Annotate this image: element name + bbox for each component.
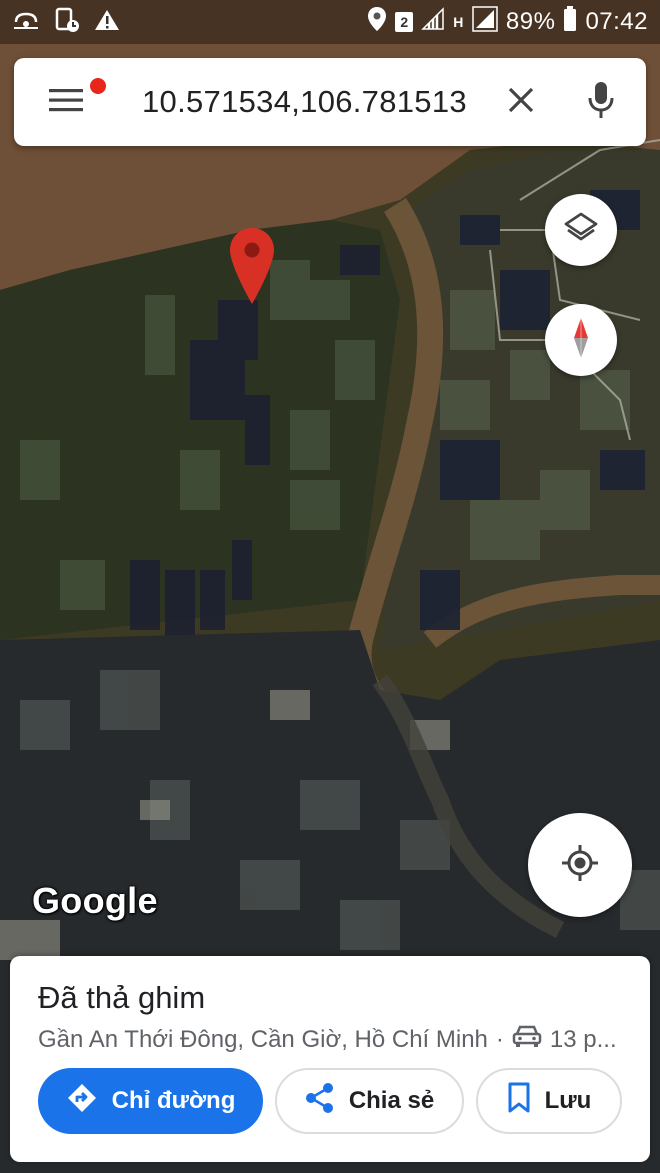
search-input[interactable]: 10.571534,106.781513 <box>118 84 486 120</box>
clock: 07:42 <box>585 8 648 35</box>
share-icon <box>305 1082 335 1121</box>
close-icon <box>508 87 534 118</box>
directions-icon <box>66 1082 98 1121</box>
directions-button[interactable]: Chỉ đường <box>38 1068 263 1134</box>
sim-slot-badge: 2 <box>395 12 414 32</box>
share-button[interactable]: Chia sẻ <box>275 1068 464 1134</box>
warning-icon <box>94 8 120 37</box>
travel-duration: 13 p... <box>549 1025 617 1053</box>
signal-icon <box>472 5 498 39</box>
voice-search-button[interactable] <box>556 58 646 146</box>
my-location-icon <box>560 843 600 888</box>
map-pin-icon <box>230 228 274 304</box>
bookmark-icon <box>507 1082 531 1121</box>
signal-icon-1 <box>421 6 445 38</box>
layers-button[interactable] <box>545 194 617 266</box>
my-location-button[interactable] <box>528 813 632 917</box>
directions-label: Chỉ đường <box>111 1087 236 1114</box>
location-icon <box>367 6 387 39</box>
save-button[interactable]: Lưu <box>476 1068 622 1134</box>
menu-button[interactable] <box>14 58 118 146</box>
place-title: Đã thả ghim <box>38 980 206 1015</box>
status-bar: 2 H 89% 07:42 <box>0 0 660 44</box>
search-bar: 10.571534,106.781513 <box>14 58 646 146</box>
layers-icon <box>563 210 599 251</box>
hamburger-menu-icon <box>49 87 83 118</box>
separator: · <box>495 1025 504 1053</box>
action-row: Chỉ đường Chia sẻ Lưu <box>38 1068 622 1134</box>
battery-icon <box>563 5 577 39</box>
notification-dot <box>90 78 106 94</box>
battery-percent: 89% <box>505 8 556 35</box>
app-notification-icon <box>54 7 80 38</box>
google-logo: Google <box>32 880 158 921</box>
clear-search-button[interactable] <box>486 58 556 146</box>
place-card[interactable]: Đã thả ghim Gần An Thới Đông, Cần Giờ, H… <box>10 956 650 1162</box>
car-icon <box>512 1024 542 1055</box>
hotspot-icon <box>12 8 40 37</box>
compass-icon <box>566 316 596 365</box>
place-address: Gần An Thới Đông, Cần Giờ, Hồ Chí Minh <box>38 1025 488 1053</box>
place-subtitle: Gần An Thới Đông, Cần Giờ, Hồ Chí Minh ·… <box>38 1024 642 1055</box>
share-label: Chia sẻ <box>348 1087 435 1114</box>
network-type: H <box>453 14 464 30</box>
dropped-pin-marker[interactable] <box>228 226 276 306</box>
microphone-icon <box>588 81 614 124</box>
compass-button[interactable] <box>545 304 617 376</box>
save-label: Lưu <box>544 1087 592 1114</box>
